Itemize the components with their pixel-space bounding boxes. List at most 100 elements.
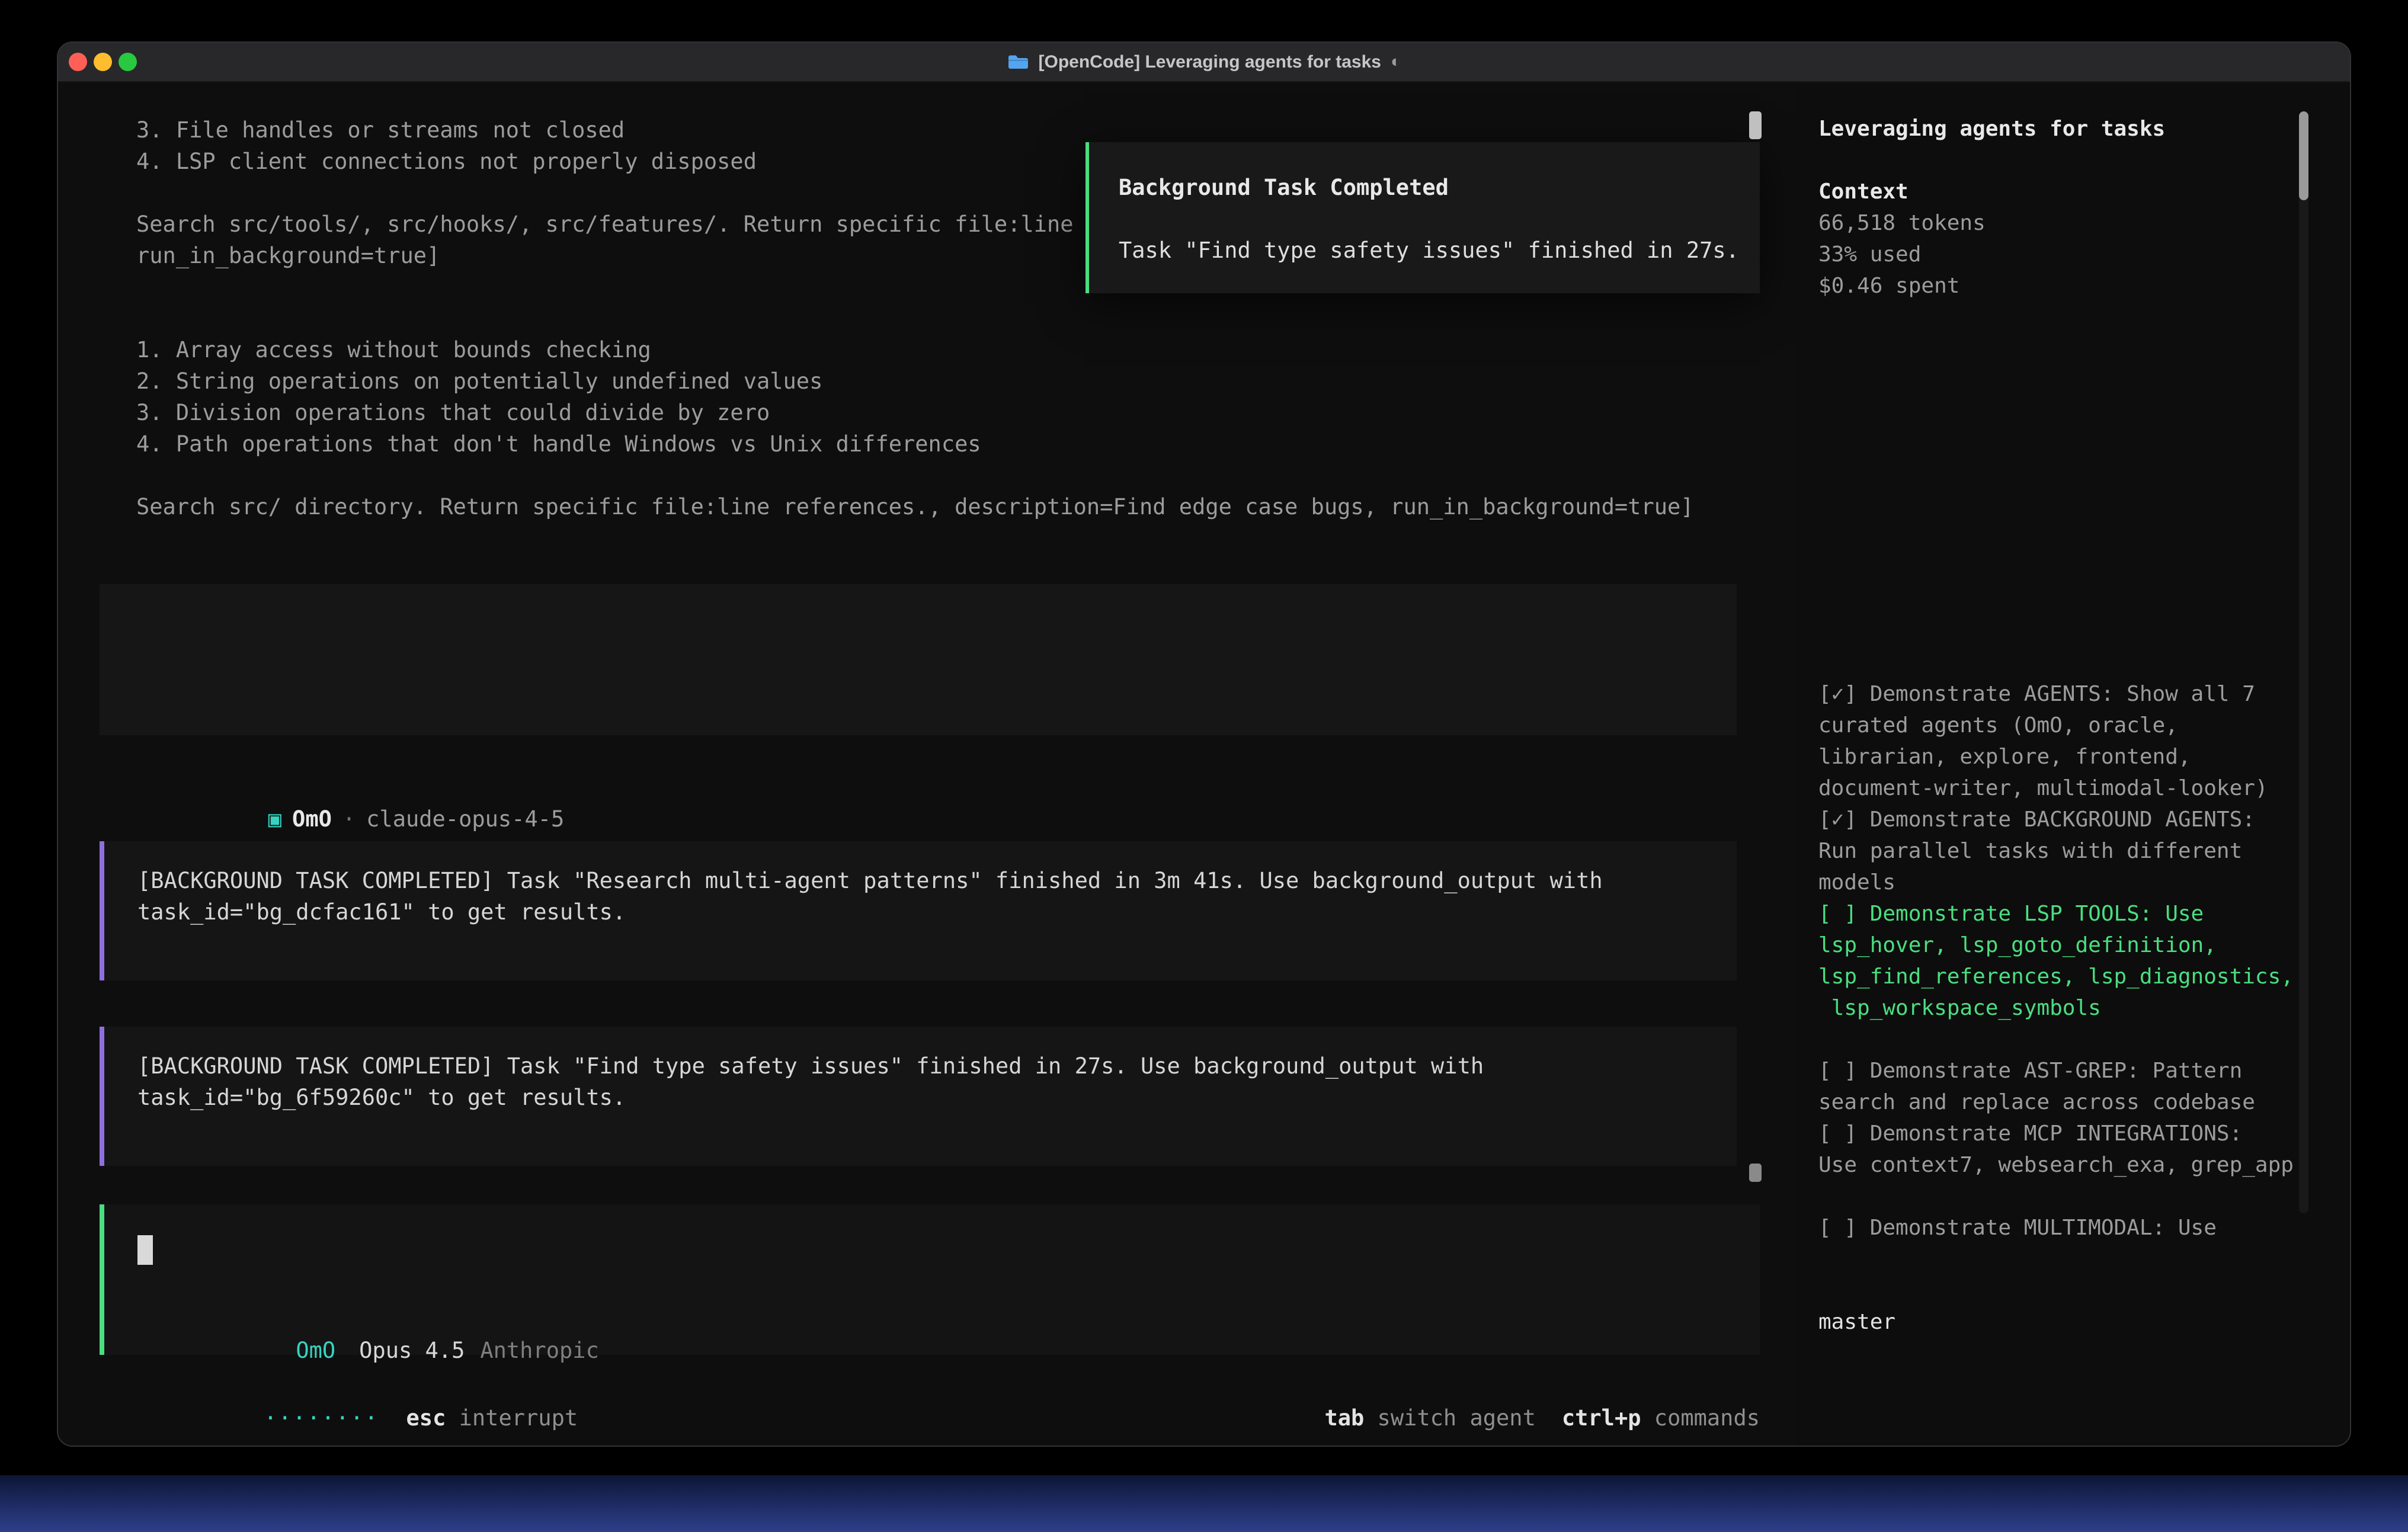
text-cursor: [137, 1235, 153, 1265]
input-provider-name: Anthropic: [480, 1338, 598, 1363]
status-left: ········esc interrupt: [105, 1371, 578, 1402]
close-button[interactable]: [69, 53, 87, 71]
terminal-line: 3. Division operations that could divide…: [136, 397, 1772, 428]
lsp-item: •typescript: [1818, 553, 2351, 584]
todo-section-header[interactable]: ▼Todo: [1818, 647, 2351, 678]
progress-icon: ◐: [1391, 52, 1401, 72]
message-line: [BACKGROUND TASK COMPLETED] Task "Resear…: [137, 865, 1737, 896]
agent-model: claude-opus-4-5: [366, 806, 564, 832]
message-line: task_id="bg_dcfac161" to get results.: [137, 896, 1737, 928]
input-footer: OmOOpus 4.5Anthropic: [137, 1303, 1760, 1335]
context-tokens: 66,518 tokens: [1818, 207, 2351, 239]
window-title: [OpenCode] Leveraging agents for tasks: [1039, 52, 1381, 72]
todo-item-line: search and replace across codebase: [1818, 1086, 2351, 1118]
context-section: Context 66,518 tokens 33% used $0.46 spe…: [1818, 176, 2351, 302]
todo-item-line: document-writer, multimodal-looker): [1818, 773, 2351, 804]
status-bar: ········esc interrupt tab switch agentct…: [58, 1371, 1795, 1402]
sidebar-scrollbar-track[interactable]: [2299, 111, 2308, 1213]
zoom-button[interactable]: [119, 53, 137, 71]
message-line: task_id="bg_6f59260c" to get results.: [137, 1082, 1737, 1113]
sidebar-footer: •OpenCode1.0.163: [1818, 1369, 2351, 1400]
mcp-item: •context7Connected: [1818, 364, 2351, 396]
terminal-line: 4. Path operations that don't handle Win…: [136, 428, 1772, 460]
todo-item-line: curated agents (OmO, oracle,: [1818, 710, 2351, 741]
todo-item-line: [ ] Demonstrate MCP INTEGRATIONS:: [1818, 1118, 2351, 1149]
terminal-scrollbar-marker[interactable]: [1749, 1164, 1762, 1182]
window-controls: [69, 43, 137, 81]
todo-item-line-active: lsp_find_references, lsp_diagnostics,: [1818, 961, 2351, 992]
oracle-task-title: ◉Oracle Task "Deep architecture review": [136, 613, 1737, 644]
background-task-toast: Background Task Completed Task "Find typ…: [1085, 142, 1760, 293]
oracle-hint: ctrl+x right, ctrl+x left to navigate be…: [136, 675, 1737, 707]
window-title-area: [OpenCode] Leveraging agents for tasks ◐: [1007, 52, 1401, 72]
blank-line: [1818, 1024, 2351, 1055]
prompt-input[interactable]: OmOOpus 4.5Anthropic: [100, 1204, 1760, 1355]
agent-checkbox-icon: ▣: [268, 806, 281, 832]
terminal-line: 1. Array access without bounds checking: [136, 334, 1772, 366]
agent-header: ▣OmO·claude-opus-4-5: [136, 772, 1795, 803]
message-meta: yeongyuQUEUED: [137, 1113, 1737, 1145]
spinner-dots-icon: ········: [264, 1405, 379, 1431]
oracle-task-panel: ◉Oracle Task "Deep architecture review" …: [100, 584, 1737, 735]
window-content: 3. File handles or streams not closed 4.…: [58, 82, 2350, 1446]
context-heading: Context: [1818, 176, 2351, 207]
workspace-path: ~/local-workspaces/oh-my-opencode:: [1818, 1275, 2351, 1306]
toast-title: Background Task Completed: [1119, 172, 1760, 203]
sidebar: Leveraging agents for tasks Context 66,5…: [1795, 82, 2351, 1446]
toast-body: Task "Find type safety issues" finished …: [1119, 235, 1760, 266]
lsp-section-header[interactable]: ▼LSP: [1818, 490, 2351, 521]
todo-item-line: [ ] Demonstrate AST-GREP: Pattern: [1818, 1055, 2351, 1086]
input-agent-name: OmO: [296, 1338, 335, 1363]
terminal-window: [OpenCode] Leveraging agents for tasks ◐…: [57, 41, 2351, 1447]
lsp-section: ▼LSP •markdown-oxide •typescript •eslint: [1818, 490, 2351, 616]
mcp-section-header[interactable]: ▼MCP: [1818, 333, 2351, 364]
workspace-branch: master: [1818, 1306, 2351, 1338]
desktop: [OpenCode] Leveraging agents for tasks ◐…: [0, 0, 2408, 1532]
input-model-name: Opus 4.5: [359, 1338, 465, 1363]
background-task-message: [BACKGROUND TASK COMPLETED] Task "Resear…: [100, 841, 1737, 980]
session-title: Leveraging agents for tasks: [1818, 113, 2351, 145]
todo-section: ▼Todo [✓] Demonstrate AGENTS: Show all 7…: [1818, 647, 2351, 1243]
todo-item-line: models: [1818, 867, 2351, 898]
todo-item-line: [ ] Demonstrate MULTIMODAL: Use: [1818, 1212, 2351, 1243]
todo-item-line-active: lsp_hover, lsp_goto_definition,: [1818, 930, 2351, 961]
mcp-section: ▼MCP •context7Connected •grep_appConnect…: [1818, 333, 2351, 459]
message-meta: yeongyuQUEUED: [137, 928, 1737, 959]
terminal-line: 3. File handles or streams not closed: [136, 114, 1772, 146]
desktop-wallpaper-strip: [0, 1475, 2408, 1532]
todo-item-line: Use context7, websearch_exa, grep_app: [1818, 1149, 2351, 1181]
tool-call-line: ⚙call_omo_agent [subagent_type=explore, …: [136, 303, 1772, 334]
blank-line: [136, 644, 1737, 675]
folder-icon: [1007, 53, 1029, 70]
titlebar[interactable]: [OpenCode] Leveraging agents for tasks ◐: [58, 43, 2350, 82]
app-version-line: •OpenCode1.0.163: [1818, 1369, 2351, 1400]
tab-key-hint: tab: [1324, 1405, 1364, 1431]
status-right: tab switch agentctrl+p commands: [1166, 1371, 1760, 1402]
todo-item-line: [✓] Demonstrate AGENTS: Show all 7: [1818, 678, 2351, 710]
terminal-scrollbar-thumb[interactable]: [1749, 111, 1762, 139]
sidebar-scrollbar-thumb[interactable]: [2299, 111, 2308, 200]
minimize-button[interactable]: [94, 53, 112, 71]
context-used: 33% used: [1818, 239, 2351, 270]
mcp-item: •grep_appConnected: [1818, 396, 2351, 427]
terminal-line: Search src/ directory. Return specific f…: [136, 491, 1772, 523]
context-spent: $0.46 spent: [1818, 270, 2351, 302]
blank-line: [136, 460, 1772, 491]
mcp-item: •websearch_exaConnected: [1818, 427, 2351, 459]
workspace-section: ~/local-workspaces/oh-my-opencode: maste…: [1818, 1275, 2351, 1338]
separator-dot: ·: [342, 806, 356, 832]
message-line: [BACKGROUND TASK COMPLETED] Task "Find t…: [137, 1050, 1737, 1082]
terminal-line: 2. String operations on potentially unde…: [136, 366, 1772, 397]
lsp-item: •markdown-oxide: [1818, 521, 2351, 553]
terminal-pane: 3. File handles or streams not closed 4.…: [58, 82, 1795, 1446]
background-task-message: [BACKGROUND TASK COMPLETED] Task "Find t…: [100, 1027, 1737, 1166]
todo-item-line: librarian, explore, frontend,: [1818, 741, 2351, 773]
todo-item-line-active: [ ] Demonstrate LSP TOOLS: Use: [1818, 898, 2351, 930]
todo-item-line-active: lsp_workspace_symbols: [1818, 992, 2351, 1024]
agent-name: OmO: [292, 806, 332, 832]
ctrlp-key-hint: ctrl+p: [1562, 1405, 1641, 1431]
todo-item-line: Run parallel tasks with different: [1818, 835, 2351, 867]
esc-key-hint: esc: [406, 1405, 446, 1431]
blank-line: [1119, 203, 1760, 235]
todo-item-line: [✓] Demonstrate BACKGROUND AGENTS:: [1818, 804, 2351, 835]
